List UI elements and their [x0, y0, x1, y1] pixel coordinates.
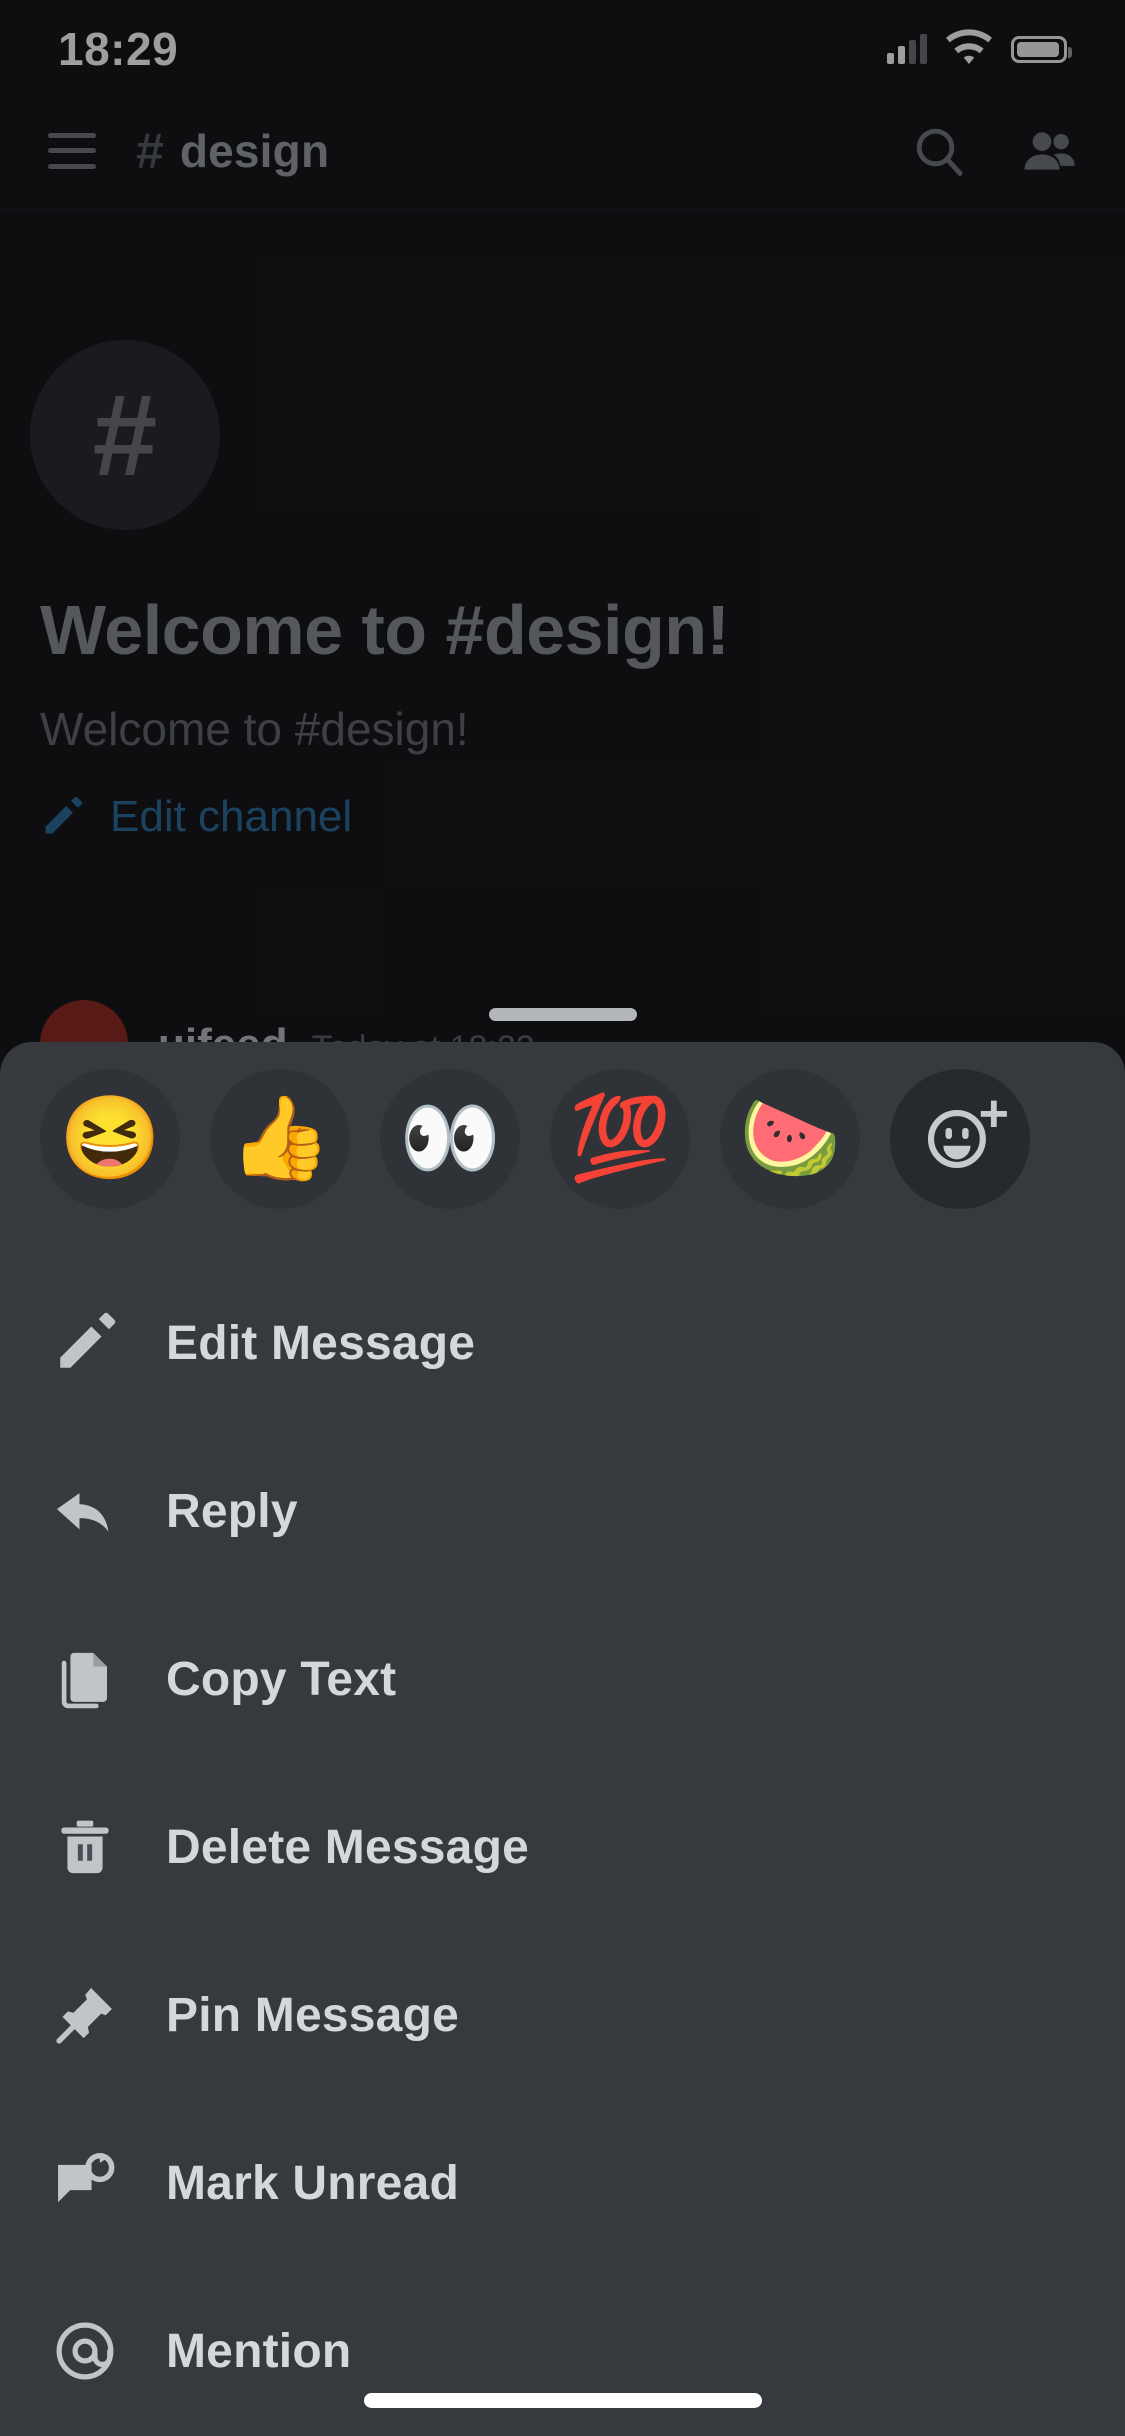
reaction-eyes-emoji: 👀 — [398, 1093, 502, 1184]
menu-item-label: Mark Unread — [166, 2156, 459, 2210]
menu-item-copy-text[interactable]: Copy Text — [0, 1595, 1125, 1763]
reaction-add-more-button[interactable]: + — [890, 1069, 1030, 1209]
reaction-hundred-points-emoji: 💯 — [568, 1093, 672, 1184]
smiley-plus-icon: + — [915, 1088, 1009, 1184]
reaction-grinning-squinting-button[interactable]: 😆 — [40, 1069, 180, 1209]
menu-item-edit-message[interactable]: Edit Message — [0, 1259, 1125, 1427]
menu-item-mention[interactable]: Mention — [0, 2267, 1125, 2435]
menu-item-label: Copy Text — [166, 1652, 397, 1706]
pencil-icon — [52, 1310, 118, 1376]
menu-item-delete-message[interactable]: Delete Message — [0, 1763, 1125, 1931]
menu-item-label: Edit Message — [166, 1316, 476, 1370]
menu-item-mark-unread[interactable]: Mark Unread — [0, 2099, 1125, 2267]
reaction-grinning-squinting-emoji: 😆 — [58, 1093, 162, 1184]
menu-item-label: Mention — [166, 2324, 352, 2378]
menu-item-reply[interactable]: Reply — [0, 1427, 1125, 1595]
plus-glyph: + — [978, 1085, 1009, 1143]
sheet-drag-handle[interactable] — [488, 1008, 637, 1021]
phone-screen: 18:29 # design # Welcome to #design! Wel… — [0, 0, 1125, 2436]
home-indicator[interactable] — [363, 2393, 762, 2408]
menu-item-pin-message[interactable]: Pin Message — [0, 1931, 1125, 2099]
reaction-thumbs-up-emoji: 👍 — [228, 1093, 332, 1184]
menu-item-label: Pin Message — [166, 1988, 459, 2042]
menu-item-label: Reply — [166, 1484, 298, 1538]
message-action-sheet: 😆 👍 👀 💯 🍉 + Edit Message Reply Copy Text… — [0, 1008, 1125, 2436]
reaction-thumbs-up-button[interactable]: 👍 — [210, 1069, 350, 1209]
reply-arrow-icon — [52, 1478, 118, 1544]
reaction-watermelon-emoji: 🍉 — [738, 1093, 842, 1184]
reaction-watermelon-button[interactable]: 🍉 — [720, 1069, 860, 1209]
reaction-hundred-points-button[interactable]: 💯 — [550, 1069, 690, 1209]
speech-bubble-refresh-icon — [52, 2150, 118, 2216]
menu-item-label: Delete Message — [166, 1820, 529, 1874]
at-sign-icon — [52, 2318, 118, 2384]
pushpin-icon — [52, 1982, 118, 2048]
quick-reactions-row: 😆 👍 👀 💯 🍉 + — [0, 1021, 1125, 1209]
reaction-eyes-button[interactable]: 👀 — [380, 1069, 520, 1209]
copy-pages-icon — [52, 1646, 118, 1712]
action-menu: Edit Message Reply Copy Text Delete Mess… — [0, 1209, 1125, 2435]
trash-icon — [52, 1814, 118, 1880]
